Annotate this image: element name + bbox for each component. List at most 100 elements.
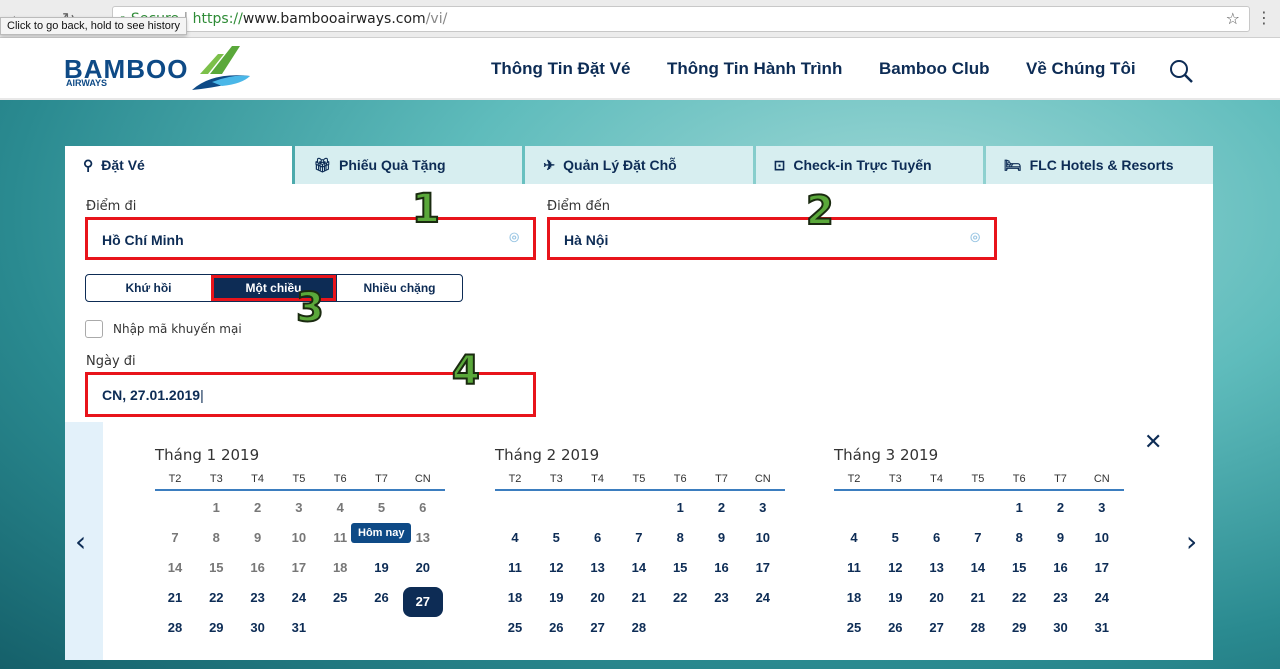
- calendar-day[interactable]: 21: [958, 590, 998, 605]
- calendar-day[interactable]: 12: [536, 560, 576, 575]
- calendar-day[interactable]: 5: [875, 530, 915, 545]
- calendar-day[interactable]: 23: [1041, 590, 1081, 605]
- calendar-day[interactable]: 9: [702, 530, 742, 545]
- bookmark-star-icon[interactable]: ☆: [1226, 9, 1240, 28]
- calendar-day[interactable]: 24: [743, 590, 783, 605]
- calendar-day[interactable]: 7: [619, 530, 659, 545]
- calendar-day[interactable]: 24: [1082, 590, 1122, 605]
- calendar-day[interactable]: 26: [362, 590, 402, 605]
- calendar-day[interactable]: 16: [1041, 560, 1081, 575]
- calendar-day[interactable]: 30: [238, 620, 278, 635]
- calendar-day[interactable]: 22: [660, 590, 700, 605]
- calendar-day[interactable]: 4: [834, 530, 874, 545]
- weekday-label: T5: [632, 473, 646, 485]
- calendar-day[interactable]: 3: [743, 500, 783, 515]
- url-bar[interactable]: 🔒︎ Secure | https://www.bambooairways.co…: [112, 6, 1250, 32]
- tab-online-checkin[interactable]: ⊡ Check-in Trực Tuyến: [755, 146, 983, 184]
- nav-itinerary-info[interactable]: Thông Tin Hành Trình: [667, 59, 842, 79]
- calendar-day[interactable]: 21: [155, 590, 195, 605]
- bed-icon: 🛏︎: [1003, 156, 1022, 173]
- calendar-day[interactable]: 8: [660, 530, 700, 545]
- calendar-day[interactable]: 24: [279, 590, 319, 605]
- nav-bamboo-club[interactable]: Bamboo Club: [879, 59, 990, 79]
- calendar-day[interactable]: 28: [619, 620, 659, 635]
- calendar-day[interactable]: 16: [702, 560, 742, 575]
- calendar-day[interactable]: 4: [495, 530, 535, 545]
- calendar-day[interactable]: 17: [743, 560, 783, 575]
- menu-icon[interactable]: ⋮: [1256, 8, 1272, 27]
- calendar-day[interactable]: 11: [495, 560, 535, 575]
- calendar-day[interactable]: 15: [660, 560, 700, 575]
- tab-manage-booking[interactable]: ✈ Quản Lý Đặt Chỗ: [525, 146, 753, 184]
- calendar-day[interactable]: 31: [279, 620, 319, 635]
- calendar-day[interactable]: 20: [403, 560, 443, 575]
- calendar-day[interactable]: 19: [536, 590, 576, 605]
- calendar-day[interactable]: 6: [578, 530, 618, 545]
- calendar-day[interactable]: 25: [834, 620, 874, 635]
- calendar-day[interactable]: 9: [1041, 530, 1081, 545]
- calendar-day[interactable]: 22: [196, 590, 236, 605]
- calendar-day[interactable]: 10: [743, 530, 783, 545]
- calendar-day[interactable]: 18: [495, 590, 535, 605]
- calendar-day[interactable]: 11: [834, 560, 874, 575]
- calendar-day[interactable]: 23: [238, 590, 278, 605]
- calendar-day[interactable]: 5: [536, 530, 576, 545]
- calendar-day[interactable]: 1: [999, 500, 1039, 515]
- calendar-day[interactable]: 27: [402, 587, 443, 617]
- calendar-day[interactable]: 27: [578, 620, 618, 635]
- calendar-day[interactable]: 3: [1082, 500, 1122, 515]
- promo-checkbox[interactable]: [85, 320, 103, 338]
- from-field[interactable]: Hồ Chí Minh ⌾: [85, 217, 536, 260]
- calendar-day[interactable]: 26: [875, 620, 915, 635]
- calendar-day[interactable]: 28: [958, 620, 998, 635]
- tab-book-ticket[interactable]: ⚲ Đặt Vé: [65, 146, 293, 184]
- calendar-day[interactable]: 29: [999, 620, 1039, 635]
- calendar-day[interactable]: 20: [578, 590, 618, 605]
- to-field[interactable]: Hà Nội ⌾: [547, 217, 997, 260]
- calendar-day[interactable]: 18: [834, 590, 874, 605]
- weekday-label: T6: [333, 473, 347, 485]
- calendar-day[interactable]: 10: [1082, 530, 1122, 545]
- calendar-day[interactable]: 31: [1082, 620, 1122, 635]
- calendar-day[interactable]: 15: [999, 560, 1039, 575]
- calendar-day[interactable]: 17: [1082, 560, 1122, 575]
- calendar-day[interactable]: 2: [1041, 500, 1081, 515]
- calendar-day[interactable]: 29: [196, 620, 236, 635]
- calendar-day[interactable]: 13: [917, 560, 957, 575]
- round-trip-button[interactable]: Khứ hồi: [86, 275, 211, 301]
- weekday-label: T3: [549, 473, 563, 485]
- weekday-label: T2: [168, 473, 182, 485]
- calendar-day[interactable]: 6: [917, 530, 957, 545]
- calendar-day[interactable]: 8: [999, 530, 1039, 545]
- calendar-day[interactable]: 2: [702, 500, 742, 515]
- calendar-day[interactable]: 14: [619, 560, 659, 575]
- calendar-day[interactable]: 14: [958, 560, 998, 575]
- calendar-day[interactable]: 21: [619, 590, 659, 605]
- nav-booking-info[interactable]: Thông Tin Đặt Vé: [491, 59, 630, 79]
- calendar-day[interactable]: 1: [660, 500, 700, 515]
- multi-city-button[interactable]: Nhiều chặng: [336, 275, 462, 301]
- calendar-day[interactable]: 30: [1041, 620, 1081, 635]
- calendar-day[interactable]: 19: [875, 590, 915, 605]
- calendar-day[interactable]: 19: [362, 560, 402, 575]
- calendar-day[interactable]: 7: [958, 530, 998, 545]
- tab-flc-hotels[interactable]: 🛏︎ FLC Hotels & Resorts: [985, 146, 1214, 184]
- calendar-day[interactable]: 25: [320, 590, 360, 605]
- tab-label: Phiếu Quà Tặng: [338, 157, 446, 173]
- calendar-day[interactable]: 20: [917, 590, 957, 605]
- calendar-day[interactable]: 22: [999, 590, 1039, 605]
- weekday-header: T2 T3 T4 T5 T6 T7 CN: [495, 473, 785, 491]
- calendar-day[interactable]: 26: [536, 620, 576, 635]
- calendar-day[interactable]: 27: [917, 620, 957, 635]
- close-icon[interactable]: ✕: [1144, 430, 1162, 455]
- calendar-day[interactable]: 23: [702, 590, 742, 605]
- tab-gift-voucher[interactable]: 🎁︎ Phiếu Quà Tặng: [295, 146, 523, 184]
- calendar-day[interactable]: 12: [875, 560, 915, 575]
- prev-month-chevron-icon[interactable]: ‹: [75, 525, 86, 558]
- nav-about-us[interactable]: Về Chúng Tôi: [1026, 59, 1136, 79]
- calendar-day[interactable]: 25: [495, 620, 535, 635]
- next-month-chevron-icon[interactable]: ›: [1186, 525, 1197, 558]
- calendar-day[interactable]: 28: [155, 620, 195, 635]
- search-icon[interactable]: [1168, 58, 1194, 84]
- calendar-day[interactable]: 13: [578, 560, 618, 575]
